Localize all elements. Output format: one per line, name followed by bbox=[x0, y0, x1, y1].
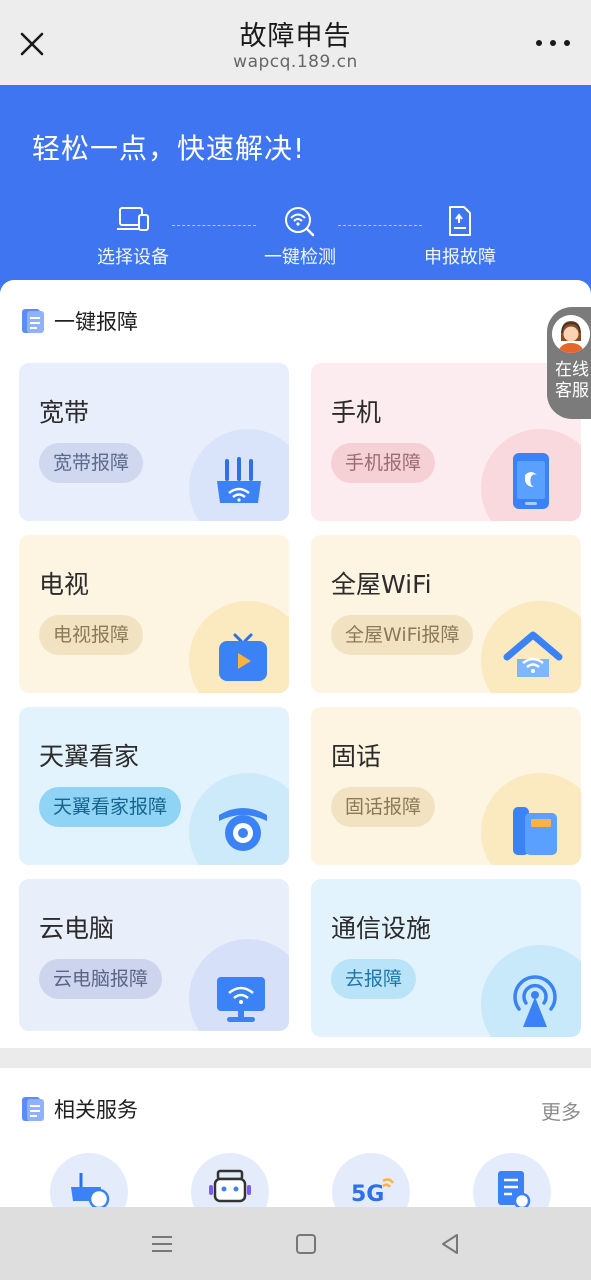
step-select-device: 选择设备 bbox=[78, 205, 188, 269]
agent-avatar bbox=[552, 315, 590, 353]
section-header: 相关服务 bbox=[20, 1094, 138, 1124]
step-connector bbox=[172, 225, 256, 226]
report-button[interactable]: 手机报障 bbox=[331, 443, 436, 483]
service-smart-assistant[interactable] bbox=[191, 1153, 269, 1208]
report-button[interactable]: 宽带报障 bbox=[39, 443, 144, 483]
wifi-house-icon bbox=[503, 631, 563, 677]
bill-icon bbox=[498, 1171, 531, 1208]
report-button[interactable]: 电视报障 bbox=[39, 615, 144, 655]
section-title: 相关服务 bbox=[54, 1098, 138, 1122]
card-cloud-pc[interactable]: 云电脑 云电脑报障 bbox=[19, 879, 289, 1031]
card-title: 电视 bbox=[39, 570, 90, 599]
card-title: 通信设施 bbox=[331, 914, 432, 943]
report-button[interactable]: 云电脑报障 bbox=[39, 959, 163, 999]
step-detect: 一键检测 bbox=[245, 205, 355, 269]
step-report: 申报故障 bbox=[405, 205, 515, 269]
step-label: 一键检测 bbox=[264, 247, 336, 268]
home-icon[interactable] bbox=[291, 1229, 321, 1259]
card-title: 天翼看家 bbox=[39, 742, 140, 771]
card-landline[interactable]: 固话 固话报障 bbox=[311, 707, 581, 865]
card-telecom-facility[interactable]: 通信设施 去报障 bbox=[311, 879, 581, 1037]
service-bill[interactable] bbox=[473, 1153, 551, 1208]
landline-icon bbox=[513, 807, 557, 855]
card-title: 云电脑 bbox=[39, 914, 115, 943]
router-icon bbox=[217, 457, 261, 503]
page-url: wapcq.189.cn bbox=[233, 52, 358, 72]
card-title: 全屋WiFi bbox=[331, 570, 432, 599]
router-speed-icon bbox=[71, 1173, 110, 1208]
report-button[interactable]: 全屋WiFi报障 bbox=[331, 615, 474, 655]
quick-report-panel: 一键报障 宽带 宽带报障 手机 手机报障 电视 电视报障 全屋WiFi 全屋Wi… bbox=[0, 280, 591, 1048]
top-bar: 故障申告 wapcq.189.cn bbox=[0, 0, 591, 85]
report-button[interactable]: 天翼看家报障 bbox=[39, 787, 182, 827]
report-button[interactable]: 去报障 bbox=[331, 959, 417, 999]
agent-avatar-icon bbox=[552, 315, 590, 353]
card-title: 手机 bbox=[331, 398, 382, 427]
camera-icon bbox=[219, 808, 267, 851]
system-navigation-bar bbox=[0, 1207, 591, 1280]
card-tv[interactable]: 电视 电视报障 bbox=[19, 535, 289, 693]
service-5g[interactable]: 5G bbox=[332, 1153, 410, 1208]
card-title: 宽带 bbox=[39, 398, 90, 427]
related-services-section: 相关服务 更多 5G bbox=[0, 1068, 591, 1208]
section-title: 一键报障 bbox=[54, 310, 138, 334]
back-icon[interactable] bbox=[435, 1229, 465, 1259]
detect-icon bbox=[285, 207, 315, 237]
card-title: 固话 bbox=[331, 742, 382, 771]
page-title: 故障申告 bbox=[239, 21, 352, 52]
section-header: 一键报障 bbox=[20, 306, 138, 336]
robot-icon bbox=[209, 1169, 251, 1203]
5g-icon: 5G bbox=[351, 1178, 395, 1207]
tower-icon bbox=[513, 975, 557, 1027]
report-icon bbox=[449, 206, 471, 236]
tv-icon bbox=[219, 633, 267, 681]
document-icon bbox=[22, 1097, 44, 1121]
online-service-button[interactable]: 在线客服 bbox=[547, 307, 591, 419]
cloud-pc-icon bbox=[217, 977, 265, 1022]
online-service-label: 在线客服 bbox=[555, 360, 589, 401]
service-router-speedtest[interactable] bbox=[50, 1153, 128, 1208]
card-mobile[interactable]: 手机 手机报障 bbox=[311, 363, 581, 521]
hero-banner: 轻松一点，快速解决! 选择设备 一键检测 申报故障 bbox=[0, 85, 591, 310]
document-icon bbox=[22, 309, 44, 333]
phone-icon bbox=[513, 453, 549, 509]
device-icon bbox=[117, 207, 149, 231]
svg-text:5G: 5G bbox=[351, 1182, 384, 1207]
card-broadband[interactable]: 宽带 宽带报障 bbox=[19, 363, 289, 521]
more-options-icon[interactable] bbox=[533, 30, 573, 56]
menu-icon[interactable] bbox=[147, 1229, 177, 1259]
report-button[interactable]: 固话报障 bbox=[331, 787, 436, 827]
step-label: 申报故障 bbox=[424, 247, 496, 268]
card-home-camera[interactable]: 天翼看家 天翼看家报障 bbox=[19, 707, 289, 865]
hero-slogan: 轻松一点，快速解决! bbox=[32, 132, 306, 165]
card-whole-house-wifi[interactable]: 全屋WiFi 全屋WiFi报障 bbox=[311, 535, 581, 693]
step-label: 选择设备 bbox=[97, 247, 169, 268]
more-link[interactable]: 更多 bbox=[541, 1096, 581, 1125]
